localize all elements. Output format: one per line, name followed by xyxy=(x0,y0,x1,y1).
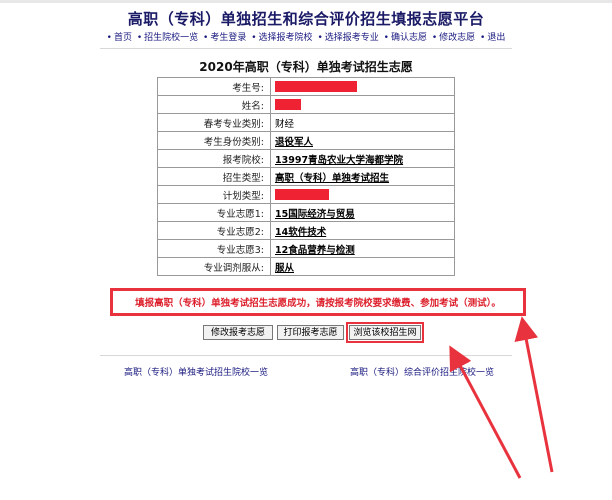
row-label: 考生身份类别: xyxy=(157,131,271,150)
row-label: 报考院校: xyxy=(157,149,271,168)
redacted-block xyxy=(275,99,301,110)
row-label: 计划类型: xyxy=(157,185,271,204)
nav-bullet-icon: • xyxy=(106,33,112,43)
nav-bullet-icon: • xyxy=(431,33,438,43)
browse-school-site-button[interactable]: 浏览该校招生网 xyxy=(346,322,424,343)
top-nav: • 首页 • 招生院校一览 • 考生登录 • 选择报考院校 • 选择报考专业 • 确认志愿 … xyxy=(0,30,612,43)
redacted-block xyxy=(275,81,357,92)
footer-link-independent-exam[interactable]: 高职（专科）单独考试招生院校一览 xyxy=(124,365,268,378)
nav-item-choose-school[interactable]: 选择报考院校 xyxy=(259,33,313,43)
table-row: 专业志愿3: 12食品营养与检测 xyxy=(157,239,455,258)
table-row: 专业调剂服从: 服从 xyxy=(157,257,455,276)
row-value: 退役军人 xyxy=(270,131,455,150)
nav-item-login[interactable]: 考生登录 xyxy=(210,33,246,43)
row-value: 14软件技术 xyxy=(270,221,455,240)
table-row: 招生类型: 高职（专科）单独考试招生 xyxy=(157,167,455,186)
nav-item-confirm[interactable]: 确认志愿 xyxy=(391,33,427,43)
modify-application-button[interactable]: 修改报考志愿 xyxy=(203,325,273,340)
row-value xyxy=(270,77,455,96)
row-label: 专业调剂服从: xyxy=(157,257,271,276)
divider xyxy=(100,48,512,49)
application-table: 考生号: 姓名: 春考专业类别: 财经 考生身份类别: 退役军人 报考院校: 1… xyxy=(157,77,455,276)
nav-bullet-icon: • xyxy=(251,33,257,43)
form-title: 2020年高职（专科）单独考试招生志愿 xyxy=(199,60,413,74)
row-value: 财经 xyxy=(270,113,455,132)
row-label: 专业志愿2: xyxy=(157,221,271,240)
row-value: 高职（专科）单独考试招生 xyxy=(270,167,455,186)
row-label: 考生号: xyxy=(157,77,271,96)
nav-item-logout[interactable]: 退出 xyxy=(487,33,505,43)
footer-link-comprehensive-eval[interactable]: 高职（专科）综合评价招生院校一览 xyxy=(350,365,494,378)
nav-bullet-icon: • xyxy=(317,33,323,43)
table-row: 专业志愿1: 15国际经济与贸易 xyxy=(157,203,455,222)
redacted-block xyxy=(275,189,329,200)
row-value: 12食品营养与检测 xyxy=(270,239,455,258)
row-label: 专业志愿3: xyxy=(157,239,271,258)
nav-item-school-list[interactable]: 招生院校一览 xyxy=(144,33,198,43)
row-label: 姓名: xyxy=(157,95,271,114)
table-row: 专业志愿2: 14软件技术 xyxy=(157,221,455,240)
table-row: 姓名: xyxy=(157,95,455,114)
row-label: 招生类型: xyxy=(157,167,271,186)
nav-item-choose-major[interactable]: 选择报考专业 xyxy=(325,33,379,43)
table-row: 春考专业类别: 财经 xyxy=(157,113,455,132)
nav-bullet-icon: • xyxy=(203,33,209,43)
print-application-button[interactable]: 打印报考志愿 xyxy=(277,325,344,340)
nav-item-home[interactable]: 首页 xyxy=(114,33,132,43)
table-row: 报考院校: 13997青岛农业大学海都学院 xyxy=(157,149,455,168)
table-row: 计划类型: xyxy=(157,185,455,204)
nav-bullet-icon: • xyxy=(383,33,389,43)
success-message: 填报高职（专科）单独考试招生志愿成功，请按报考院校要求缴费、参加考试（测试）。 xyxy=(135,298,501,309)
success-message-box: 填报高职（专科）单独考试招生志愿成功，请按报考院校要求缴费、参加考试（测试）。 xyxy=(110,288,526,316)
table-row: 考生号: xyxy=(157,77,455,96)
divider xyxy=(100,355,512,356)
nav-bullet-icon: • xyxy=(136,33,143,43)
row-value: 15国际经济与贸易 xyxy=(270,203,455,222)
nav-bullet-icon: • xyxy=(480,33,486,43)
row-label: 专业志愿1: xyxy=(157,203,271,222)
row-label: 春考专业类别: xyxy=(157,113,271,132)
table-row: 考生身份类别: 退役军人 xyxy=(157,131,455,150)
row-value: 服从 xyxy=(270,257,455,276)
row-value xyxy=(270,185,455,204)
row-value xyxy=(270,95,455,114)
top-strip xyxy=(0,0,612,3)
nav-item-modify[interactable]: 修改志愿 xyxy=(439,33,475,43)
page-title: 高职（专科）单独招生和综合评价招生填报志愿平台 xyxy=(127,10,485,28)
arrow-to-message xyxy=(514,316,554,473)
row-value: 13997青岛农业大学海都学院 xyxy=(270,149,455,168)
